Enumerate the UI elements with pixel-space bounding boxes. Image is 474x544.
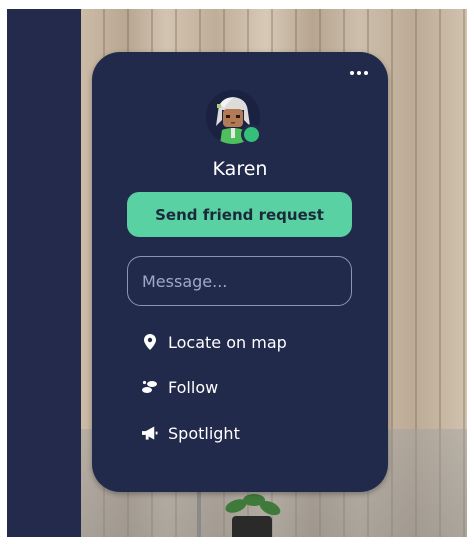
locate-on-map-button[interactable]: Locate on map: [142, 329, 287, 355]
message-input[interactable]: [127, 256, 352, 306]
avatar-container: [206, 90, 262, 145]
profile-name: Karen: [212, 158, 268, 180]
more-options-icon[interactable]: [348, 66, 370, 80]
megaphone-icon: [142, 425, 158, 441]
dark-wall: [7, 9, 81, 537]
spotlight-button[interactable]: Spotlight: [142, 420, 240, 446]
follow-label: Follow: [168, 377, 219, 397]
follow-button[interactable]: Follow: [142, 374, 218, 400]
lamp-pole: [197, 487, 201, 537]
map-pin-icon: [142, 334, 158, 350]
online-status-badge: [241, 124, 262, 145]
locate-on-map-label: Locate on map: [168, 332, 287, 352]
potted-plant: [217, 494, 287, 537]
screen: Karen Send friend request Locate on map …: [0, 0, 474, 544]
profile-card: Karen Send friend request Locate on map …: [92, 52, 388, 492]
spotlight-label: Spotlight: [168, 423, 240, 443]
send-friend-request-button[interactable]: Send friend request: [127, 192, 352, 237]
footsteps-icon: [142, 379, 158, 395]
